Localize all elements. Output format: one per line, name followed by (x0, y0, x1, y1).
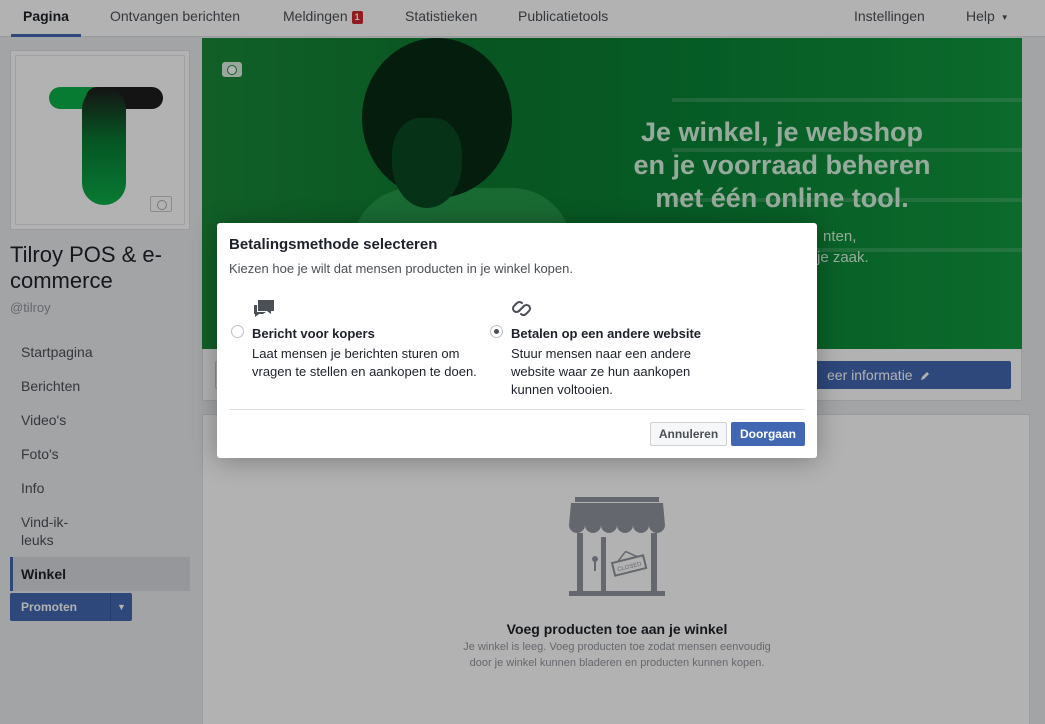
link-icon (511, 300, 532, 317)
chat-bubbles-icon (254, 300, 274, 317)
option-description: Laat mensen je berichten sturen om vrage… (252, 346, 477, 379)
dialog-subtitle: Kiezen hoe je wilt dat mensen producten … (229, 261, 573, 276)
dialog-divider (229, 409, 805, 410)
dialog-title: Betalingsmethode selecteren (229, 236, 438, 253)
continue-button[interactable]: Doorgaan (731, 422, 805, 446)
option-title: Bericht voor kopers (252, 326, 375, 341)
option-description: Stuur mensen naar een andere website waa… (511, 346, 691, 397)
cancel-button[interactable]: Annuleren (650, 422, 727, 446)
radio-button[interactable] (231, 325, 244, 338)
payment-method-dialog: Betalingsmethode selecteren Kiezen hoe j… (217, 223, 817, 458)
option-title: Betalen op een andere website (511, 326, 702, 341)
radio-button[interactable] (490, 325, 503, 338)
